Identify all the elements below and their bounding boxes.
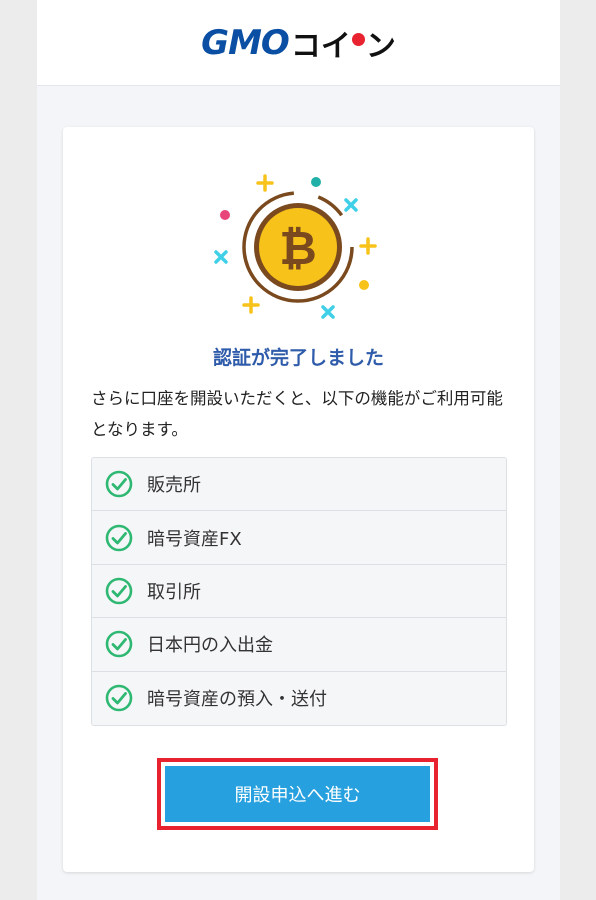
- feature-label: 暗号資産FX: [147, 528, 242, 550]
- highlight-box: 開設申込へ進む: [157, 758, 438, 830]
- list-item: 販売所: [92, 458, 506, 512]
- feature-label: 暗号資産の預入・送付: [147, 689, 327, 711]
- apply-account-button[interactable]: 開設申込へ進む: [165, 766, 430, 822]
- check-circle-icon: [105, 524, 133, 551]
- feature-label: 取引所: [147, 581, 201, 603]
- svg-text:₿: ₿: [279, 221, 317, 275]
- feature-label: 販売所: [147, 475, 201, 497]
- feature-label: 日本円の入出金: [147, 635, 273, 657]
- description-text: さらに口座を開設いただくと、以下の機能がご利用可能となります。: [91, 389, 503, 439]
- logo-coin-part-b: ン: [365, 28, 396, 64]
- list-item: 暗号資産の預入・送付: [92, 671, 506, 725]
- list-item: 暗号資産FX: [92, 511, 506, 565]
- check-circle-icon: [105, 470, 133, 498]
- feature-list: 販売所 暗号資産FX 取引所 日本円の入出金 暗号資産の預入・送付: [91, 457, 507, 726]
- check-circle-icon: [105, 631, 133, 658]
- app-screen: GMO コイン ₿ 認証が完了しました さらに口座を開設いただくと、以下の機能が…: [37, 0, 560, 900]
- check-circle-icon: [105, 577, 133, 605]
- bitcoin-coin-icon: ₿: [214, 174, 377, 319]
- list-item: 日本円の入出金: [92, 618, 506, 672]
- check-circle-icon: [105, 684, 133, 712]
- logo-red-dot: [351, 32, 365, 46]
- list-item: 取引所: [92, 564, 506, 619]
- gmo-coin-logo: GMO コイン: [201, 21, 396, 65]
- verification-complete-card: ₿ 認証が完了しました さらに口座を開設いただくと、以下の機能がご利用可能となり…: [63, 127, 534, 872]
- logo-coin-part-a: コイ: [290, 28, 351, 64]
- logo-gmo-text: GMO: [201, 22, 290, 63]
- header: GMO コイン: [37, 0, 560, 86]
- logo-coin-text: コイン: [291, 21, 396, 65]
- page-title: 認証が完了しました: [212, 347, 384, 369]
